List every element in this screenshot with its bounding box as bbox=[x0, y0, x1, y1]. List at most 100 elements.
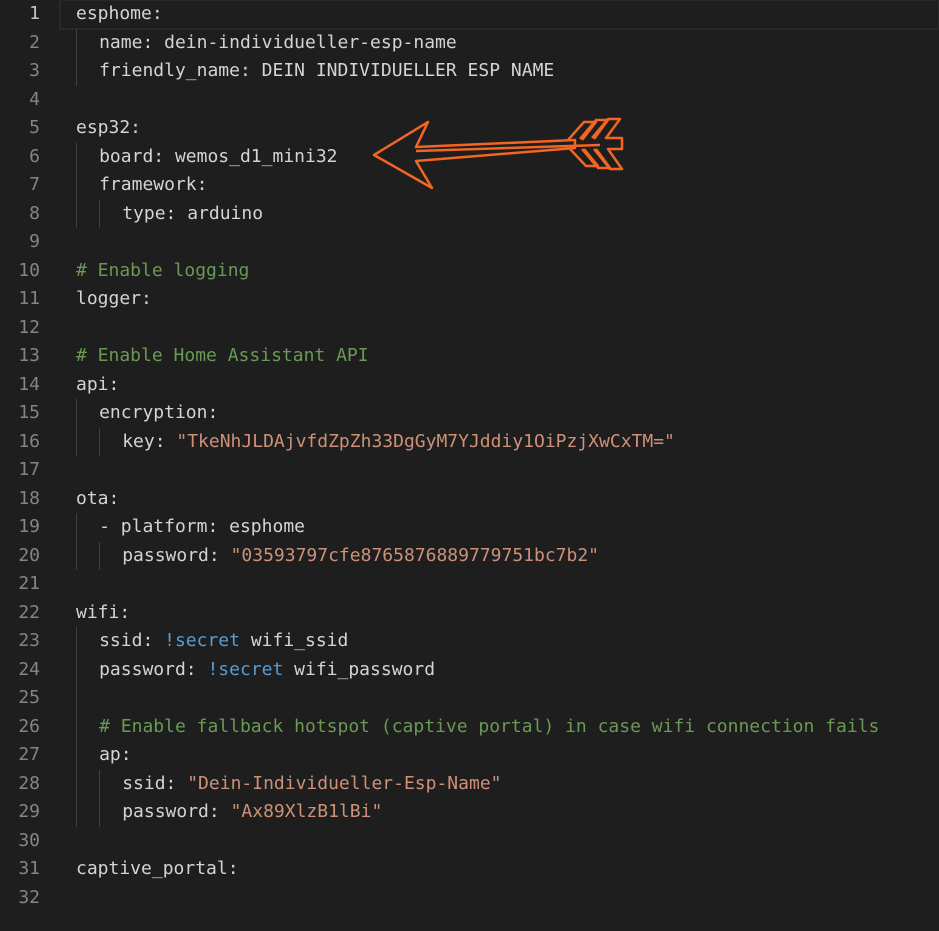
indent-guide bbox=[76, 741, 77, 770]
code-area[interactable]: logger: bbox=[60, 285, 939, 314]
indent-guide bbox=[76, 769, 77, 798]
code-line[interactable]: 25 bbox=[0, 684, 939, 713]
code-area[interactable]: wifi: bbox=[60, 599, 939, 628]
code-area[interactable]: password: "03593797cfe8765876889779751bc… bbox=[60, 541, 939, 571]
code-area[interactable] bbox=[60, 228, 939, 257]
code-token: wifi: bbox=[76, 601, 131, 623]
code-line[interactable]: 27 ap: bbox=[0, 741, 939, 770]
indent-guide bbox=[76, 684, 77, 713]
code-text: captive_portal: bbox=[76, 855, 239, 884]
line-number: 15 bbox=[18, 402, 40, 423]
code-token: wifi_password bbox=[283, 658, 436, 680]
code-text: ssid: !secret wifi_ssid bbox=[99, 627, 348, 656]
code-line[interactable]: 4 bbox=[0, 86, 939, 115]
code-area[interactable]: encryption: bbox=[60, 399, 939, 428]
indent-guide bbox=[76, 627, 77, 656]
code-area[interactable]: ap: bbox=[60, 741, 939, 770]
line-number: 27 bbox=[18, 744, 40, 765]
code-text: friendly_name: DEIN INDIVIDUELLER ESP NA… bbox=[99, 57, 554, 86]
line-number: 22 bbox=[18, 601, 40, 623]
code-area[interactable]: api: bbox=[60, 371, 939, 400]
code-text: framework: bbox=[99, 171, 207, 200]
line-number: 29 bbox=[18, 801, 40, 822]
indent-guide bbox=[76, 798, 77, 827]
code-line[interactable]: 21 bbox=[0, 570, 939, 599]
code-area[interactable] bbox=[60, 827, 939, 856]
code-area[interactable]: password: !secret wifi_password bbox=[60, 655, 939, 685]
code-area[interactable]: captive_portal: bbox=[60, 855, 939, 884]
line-number: 4 bbox=[29, 88, 40, 110]
code-token: ap: bbox=[99, 744, 132, 765]
code-area[interactable] bbox=[60, 86, 939, 115]
code-line[interactable]: 23 ssid: !secret wifi_ssid bbox=[0, 627, 939, 656]
code-line[interactable]: 31 captive_portal: bbox=[0, 855, 939, 884]
code-text: # Enable fallback hotspot (captive porta… bbox=[99, 713, 879, 742]
code-line[interactable]: 30 bbox=[0, 827, 939, 856]
line-number: 17 bbox=[18, 459, 40, 480]
code-line[interactable]: 1 esphome: bbox=[0, 0, 939, 30]
code-line[interactable]: 24 password: !secret wifi_password bbox=[0, 655, 939, 685]
code-area[interactable] bbox=[60, 684, 939, 713]
code-area[interactable]: ssid: !secret wifi_ssid bbox=[60, 627, 939, 656]
code-text: password: "03593797cfe8765876889779751bc… bbox=[122, 542, 599, 571]
code-text: type: arduino bbox=[122, 200, 263, 229]
code-line[interactable]: 26 # Enable fallback hotspot (captive por… bbox=[0, 712, 939, 742]
code-area[interactable]: # Enable fallback hotspot (captive porta… bbox=[60, 712, 939, 742]
code-text: ota: bbox=[76, 485, 119, 514]
code-area[interactable] bbox=[60, 570, 939, 599]
code-token: friendly_name: DEIN INDIVIDUELLER ESP NA… bbox=[99, 60, 555, 81]
line-number: 31 bbox=[18, 858, 40, 879]
code-text: - platform: esphome bbox=[99, 513, 305, 542]
code-line[interactable]: 10 # Enable logging bbox=[0, 257, 939, 286]
code-token: esphome: bbox=[76, 3, 163, 24]
code-area[interactable]: name: dein-individueller-esp-name bbox=[60, 28, 939, 58]
code-line[interactable]: 29 password: "Ax89XlzB1lBi" bbox=[0, 798, 939, 827]
code-area[interactable]: esphome: bbox=[59, 0, 939, 30]
code-line[interactable]: 9 bbox=[0, 228, 939, 257]
indent-guide bbox=[99, 798, 101, 827]
code-area[interactable]: # Enable Home Assistant API bbox=[60, 342, 939, 371]
code-area[interactable]: friendly_name: DEIN INDIVIDUELLER ESP NA… bbox=[60, 57, 939, 86]
code-text: name: dein-individueller-esp-name bbox=[99, 29, 457, 58]
code-line[interactable]: 15 encryption: bbox=[0, 399, 939, 428]
code-text: password: !secret wifi_password bbox=[99, 656, 435, 685]
code-line[interactable]: 2 name: dein-individueller-esp-name bbox=[0, 28, 939, 58]
code-area[interactable]: ota: bbox=[60, 485, 939, 514]
indent-guide bbox=[99, 541, 101, 570]
code-text: key: "TkeNhJLDAjvfdZpZh33DgGyM7YJddiy1Oi… bbox=[122, 428, 675, 457]
code-line[interactable]: 3 friendly_name: DEIN INDIVIDUELLER ESP N… bbox=[0, 57, 939, 86]
code-line[interactable]: 28 ssid: "Dein-Individueller-Esp-Name" bbox=[0, 769, 939, 798]
code-line[interactable]: 32 bbox=[0, 884, 939, 913]
line-number: 18 bbox=[18, 487, 40, 509]
code-line[interactable]: 17 bbox=[0, 456, 939, 485]
code-area[interactable]: # Enable logging bbox=[60, 257, 939, 286]
code-line[interactable]: 20 password: "03593797cfe8765876889779751… bbox=[0, 541, 939, 571]
code-line[interactable]: 8 type: arduino bbox=[0, 199, 939, 229]
code-area[interactable]: - platform: esphome bbox=[60, 513, 939, 542]
code-line[interactable]: 11 logger: bbox=[0, 285, 939, 314]
code-area[interactable]: key: "TkeNhJLDAjvfdZpZh33DgGyM7YJddiy1Oi… bbox=[60, 427, 939, 457]
line-number: 20 bbox=[18, 544, 40, 566]
code-line[interactable]: 13 # Enable Home Assistant API bbox=[0, 342, 939, 371]
code-area[interactable]: password: "Ax89XlzB1lBi" bbox=[60, 798, 939, 827]
code-line[interactable]: 14 api: bbox=[0, 371, 939, 400]
code-line[interactable]: 18 ota: bbox=[0, 485, 939, 514]
code-text: esp32: bbox=[76, 114, 141, 143]
code-area[interactable] bbox=[60, 456, 939, 485]
code-area[interactable] bbox=[60, 314, 939, 343]
code-line[interactable]: 22 wifi: bbox=[0, 599, 939, 628]
line-number: 23 bbox=[18, 630, 40, 651]
code-area[interactable]: type: arduino bbox=[60, 199, 939, 229]
code-line[interactable]: 16 key: "TkeNhJLDAjvfdZpZh33DgGyM7YJddiy1… bbox=[0, 427, 939, 457]
line-number: 2 bbox=[29, 31, 40, 53]
code-token: "Dein-Individueller-Esp-Name" bbox=[187, 772, 502, 794]
arrow-icon bbox=[372, 117, 624, 190]
code-line[interactable]: 12 bbox=[0, 314, 939, 343]
indent-guide bbox=[99, 199, 101, 228]
code-text: wifi: bbox=[76, 599, 130, 628]
code-line[interactable]: 19 - platform: esphome bbox=[0, 513, 939, 542]
code-token: esp32: bbox=[76, 117, 142, 138]
code-area[interactable] bbox=[60, 884, 939, 913]
code-area[interactable]: ssid: "Dein-Individueller-Esp-Name" bbox=[60, 769, 939, 798]
code-token: !secret bbox=[164, 630, 240, 651]
